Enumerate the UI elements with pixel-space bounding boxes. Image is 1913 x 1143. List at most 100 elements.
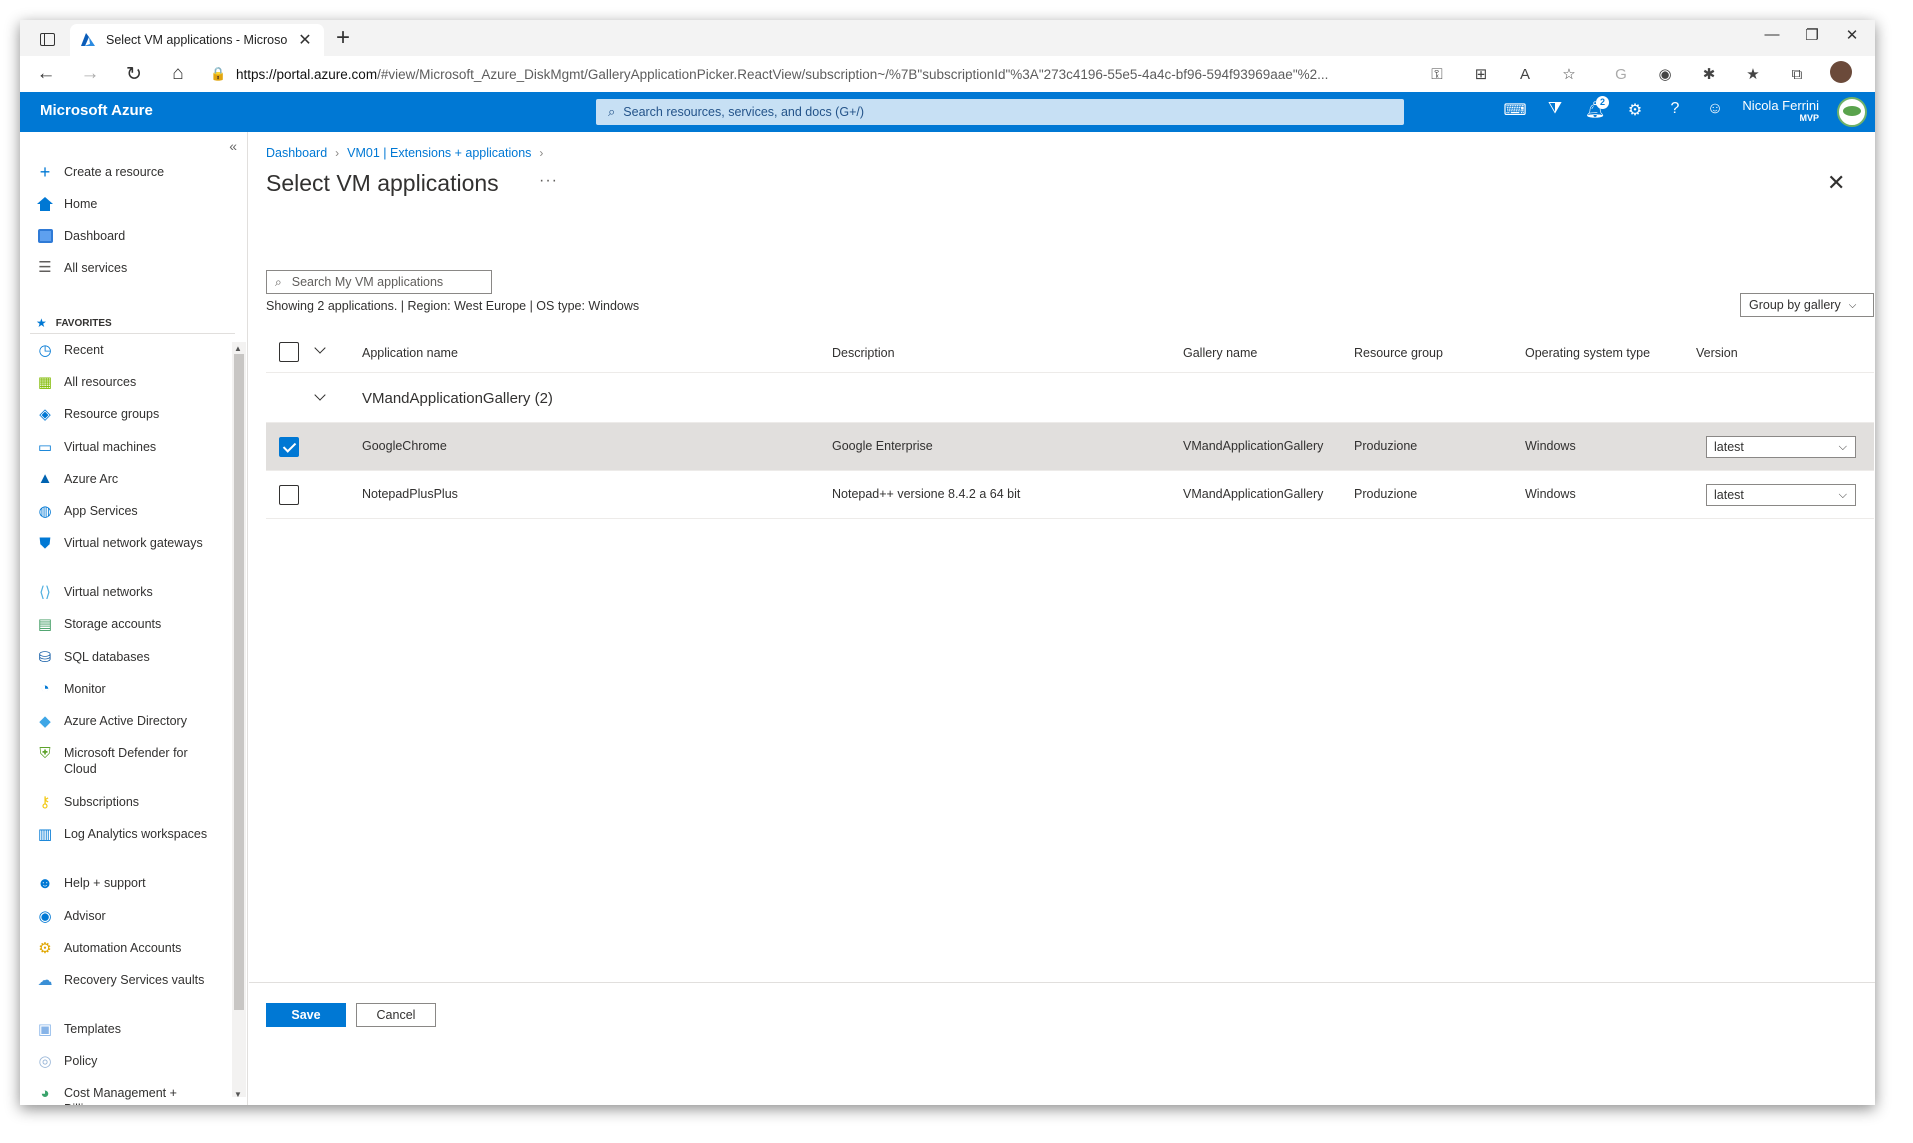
profile-icon[interactable]: [1819, 61, 1863, 87]
network-icon: ⟨⟩: [39, 584, 51, 602]
key-icon[interactable]: ⚿: [1415, 66, 1459, 83]
scroll-down-icon[interactable]: ▼: [234, 1090, 242, 1099]
close-window-icon[interactable]: ✕: [1832, 26, 1872, 44]
close-icon[interactable]: ✕: [1827, 170, 1845, 196]
url-field[interactable]: 🔒 https://portal.azure.com /#view/Micros…: [210, 60, 1430, 88]
table-row[interactable]: GoogleChrome Google Enterprise VMandAppl…: [266, 423, 1874, 471]
group-by-dropdown[interactable]: Group by gallery ⌵: [1740, 293, 1874, 317]
directory-filter-icon[interactable]: ⧩: [1535, 100, 1575, 120]
collapse-sidebar-icon[interactable]: «: [229, 138, 237, 154]
sidebar-item-automation-accounts[interactable]: ⚙ Automation Accounts: [20, 939, 230, 957]
global-search[interactable]: ⌕ Search resources, services, and docs (…: [596, 99, 1404, 125]
browser-tab[interactable]: Select VM applications - Microso ✕: [70, 24, 324, 56]
group-row[interactable]: VMandApplicationGallery (2): [266, 373, 1874, 423]
sidebar-item-all-resources[interactable]: ▦ All resources: [20, 374, 230, 391]
sidebar-item-recovery-services-vaults[interactable]: ☁ Recovery Services vaults: [20, 972, 230, 989]
feedback-icon[interactable]: ☺: [1695, 100, 1735, 120]
sidebar-item-azure-active-directory[interactable]: ◆ Azure Active Directory: [20, 713, 230, 730]
sidebar-scroll-thumb[interactable]: [234, 354, 244, 1010]
row-checkbox[interactable]: [279, 485, 299, 505]
settings-gear-icon[interactable]: ⚙: [1615, 100, 1655, 120]
col-gallery-name[interactable]: Gallery name: [1183, 346, 1257, 360]
sidebar-item-all-services[interactable]: ☰ All services: [20, 260, 230, 276]
sidebar-item-virtual-machines[interactable]: ▭ Virtual machines: [20, 439, 230, 456]
sidebar-item-home[interactable]: Home: [20, 196, 230, 212]
google-icon[interactable]: G: [1599, 66, 1643, 83]
search-input[interactable]: [291, 275, 472, 289]
version-dropdown[interactable]: latest ⌵: [1706, 484, 1856, 506]
chevron-down-icon: ⌵: [1848, 299, 1857, 311]
favorites-icon[interactable]: ★: [1731, 65, 1775, 83]
sidebar-item-advisor[interactable]: ◉ Advisor: [20, 908, 230, 925]
new-tab-icon[interactable]: +: [330, 25, 356, 51]
apps-icon[interactable]: ⊞: [1459, 65, 1503, 83]
sidebar-item-storage-accounts[interactable]: ▤ Storage accounts: [20, 616, 230, 633]
template-icon: ▣: [37, 1021, 53, 1038]
app-os: Windows: [1525, 487, 1576, 501]
row-checkbox[interactable]: [279, 437, 299, 457]
sidebar-item-monitor[interactable]: ◔ Monitor: [20, 680, 230, 697]
save-button[interactable]: Save: [266, 1003, 346, 1027]
sidebar-item-virtual-network-gateways[interactable]: ⛊ Virtual network gateways: [20, 535, 230, 552]
minimize-icon[interactable]: —: [1752, 26, 1792, 43]
sidebar-item-recent[interactable]: ◷ Recent: [20, 342, 230, 359]
select-all-checkbox[interactable]: [279, 342, 299, 362]
restore-icon[interactable]: ❐: [1792, 26, 1832, 44]
more-options-icon[interactable]: ···: [539, 172, 558, 190]
sidebar-item-templates[interactable]: ▣ Templates: [20, 1021, 230, 1038]
sidebar-item-cost-management-billing[interactable]: ◕Cost Management + Billing: [20, 1085, 230, 1105]
favorite-add-icon[interactable]: ☆: [1547, 65, 1591, 83]
col-application-name[interactable]: Application name: [362, 346, 458, 360]
app-gallery: VMandApplicationGallery: [1183, 439, 1324, 453]
clock-icon: ◷: [38, 342, 52, 359]
user-menu[interactable]: Nicola Ferrini MVP: [1742, 98, 1819, 123]
read-aloud-icon[interactable]: A: [1503, 66, 1547, 83]
azure-brand[interactable]: Microsoft Azure: [40, 102, 153, 119]
cloud-shell-icon[interactable]: ⌨: [1495, 100, 1535, 120]
sidebar-item-resource-groups[interactable]: ◈ Resource groups: [20, 406, 230, 423]
sidebar-item-virtual-networks[interactable]: ⟨⟩ Virtual networks: [20, 584, 230, 602]
sidebar-item-sql-databases[interactable]: ⛁ SQL databases: [20, 649, 230, 666]
col-description[interactable]: Description: [832, 346, 895, 360]
sidebar-item-log-analytics-workspaces[interactable]: ▥ Log Analytics workspaces: [20, 826, 230, 843]
policy-icon: ◎: [38, 1053, 52, 1071]
collections-icon[interactable]: ⧉: [1775, 66, 1819, 83]
sidebar-item-app-services[interactable]: ◍ App Services: [20, 503, 230, 520]
sidebar-item-policy[interactable]: ◎ Policy: [20, 1053, 230, 1071]
avatar[interactable]: [1837, 97, 1867, 127]
expand-all-icon[interactable]: [314, 342, 326, 354]
app-description: Notepad++ versione 8.4.2 a 64 bit: [832, 487, 1021, 501]
table-row[interactable]: NotepadPlusPlus Notepad++ versione 8.4.2…: [266, 471, 1874, 519]
help-icon[interactable]: ?: [1655, 100, 1695, 120]
notifications-icon[interactable]: 🔔︎ 2: [1575, 96, 1615, 120]
breadcrumb-dashboard[interactable]: Dashboard: [266, 146, 327, 160]
chevron-down-icon: ⌵: [1838, 441, 1847, 453]
col-version[interactable]: Version: [1696, 346, 1738, 360]
forward-icon[interactable]: →: [68, 63, 112, 85]
app-name: GoogleChrome: [362, 439, 447, 453]
sidebar-item-create-resource[interactable]: + Create a resource: [20, 163, 230, 181]
home-browser-icon[interactable]: ⌂: [156, 63, 200, 85]
col-os-type[interactable]: Operating system type: [1525, 346, 1650, 360]
sidebar-item-subscriptions[interactable]: ⚷ Subscriptions: [20, 794, 230, 811]
tab-actions-icon[interactable]: [28, 26, 66, 52]
sidebar-item-dashboard[interactable]: Dashboard: [20, 228, 230, 244]
puzzle-icon[interactable]: ✱: [1687, 65, 1731, 83]
sidebar-item-help-support[interactable]: ☻ Help + support: [20, 875, 230, 892]
breadcrumb-vm01-extensions[interactable]: VM01 | Extensions + applications: [347, 146, 531, 160]
more-icon[interactable]: ···: [1863, 66, 1875, 83]
sidebar-item-azure-arc[interactable]: ▲ Azure Arc: [20, 470, 230, 487]
close-tab-icon[interactable]: ✕: [296, 30, 314, 50]
chevron-down-icon[interactable]: [314, 389, 326, 401]
cancel-button[interactable]: Cancel: [356, 1003, 436, 1027]
col-resource-group[interactable]: Resource group: [1354, 346, 1443, 360]
back-icon[interactable]: ←: [24, 63, 68, 85]
refresh-icon[interactable]: ↻: [112, 63, 156, 86]
sidebar-item-microsoft-defender-for-cloud[interactable]: ⛨ Microsoft Defender for Cloud: [20, 745, 230, 777]
grid-header: Application name Description Gallery nam…: [266, 332, 1874, 373]
version-dropdown[interactable]: latest ⌵: [1706, 436, 1856, 458]
extension-icon[interactable]: ◉: [1643, 65, 1687, 83]
search-vm-apps[interactable]: ⌕: [266, 270, 492, 294]
scroll-up-icon[interactable]: ▲: [234, 344, 242, 353]
gear-icon: ⚙: [38, 939, 52, 957]
